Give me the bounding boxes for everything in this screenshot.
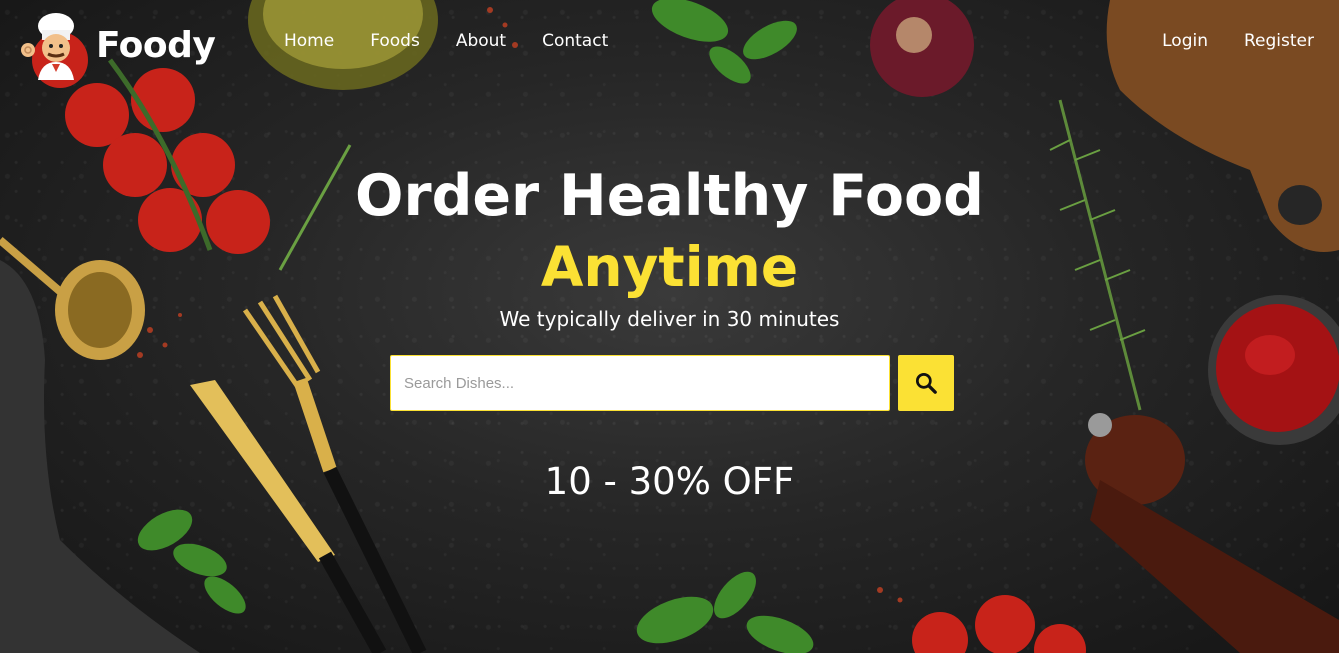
brand-name: Foody [96, 24, 216, 66]
chef-icon [21, 13, 74, 80]
navbar: Foody Home Foods About Contact Login Reg… [0, 0, 1339, 90]
search-bar [390, 355, 954, 411]
offer-text: 10 - 30% OFF [544, 460, 795, 503]
landing-page: Foody Home Foods About Contact Login Reg… [0, 0, 1339, 653]
register-link[interactable]: Register [1244, 31, 1314, 51]
hero-title: Order Healthy Food [355, 163, 984, 229]
hero-section: Order Healthy Food Anytime We typically … [0, 160, 1339, 336]
hero-accent: Anytime [540, 235, 799, 299]
main-nav: Home Foods About Contact [284, 31, 608, 51]
hero-subtitle: We typically deliver in 30 minutes [499, 307, 840, 331]
nav-link-contact[interactable]: Contact [542, 31, 608, 51]
nav-link-about[interactable]: About [456, 31, 506, 51]
search-button[interactable] [898, 355, 954, 411]
brand-logo[interactable]: Foody [16, 10, 216, 80]
login-link[interactable]: Login [1162, 31, 1208, 51]
nav-link-foods[interactable]: Foods [370, 31, 420, 51]
search-input[interactable] [390, 355, 890, 411]
nav-link-home[interactable]: Home [284, 31, 334, 51]
search-icon [915, 372, 937, 394]
auth-links: Login Register [1162, 31, 1314, 51]
